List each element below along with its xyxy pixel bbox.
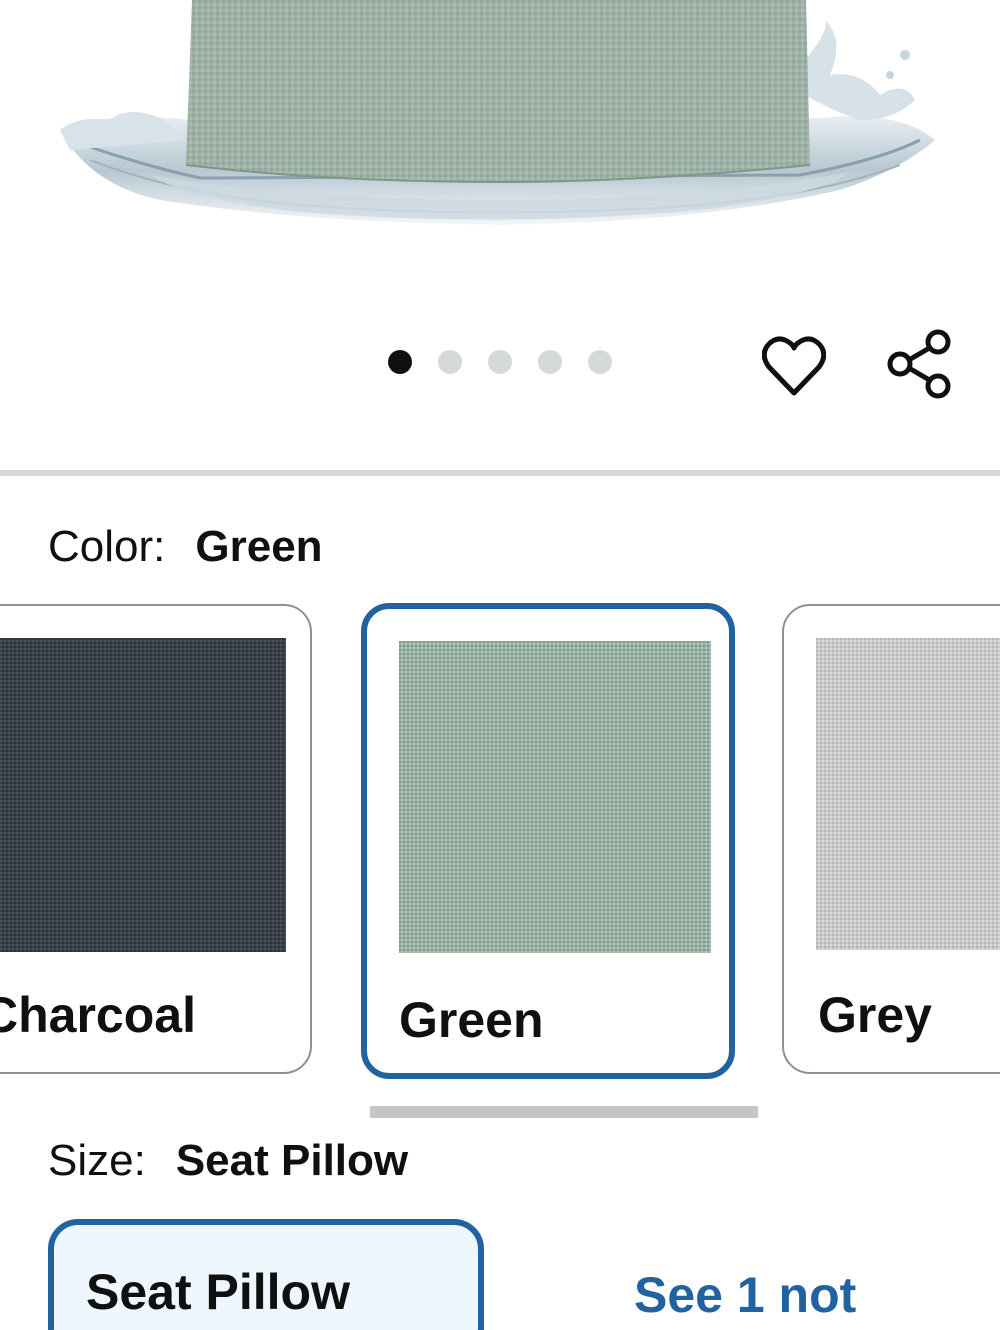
color-swatch-grey[interactable]: Grey [782,604,1000,1074]
pager-dot[interactable] [488,350,512,374]
color-swatch-label: Grey [818,987,932,1043]
product-image[interactable] [0,0,1000,300]
size-option-seat-pillow[interactable]: Seat Pillow [48,1219,484,1330]
size-selected-value: Seat Pillow [175,1136,409,1185]
size-selection-label: Size: Seat Pillow [48,1136,408,1186]
color-swatch-green[interactable]: Green [361,603,735,1079]
green-fabric-swatch [399,641,711,953]
see-unavailable-options-link[interactable]: See 1 not [634,1266,856,1324]
pillow-water-splash-image [60,0,935,225]
pager-dot-active[interactable] [388,350,412,374]
wishlist-button[interactable] [758,330,830,402]
color-swatch-label: Green [399,992,544,1048]
swatch-scrollbar[interactable] [370,1106,758,1118]
charcoal-fabric-swatch [0,638,286,952]
heart-icon [762,336,826,396]
share-icon [887,329,951,399]
pager-dot[interactable] [588,350,612,374]
image-carousel-pager[interactable] [388,350,612,374]
pager-dot[interactable] [438,350,462,374]
color-selected-value: Green [195,522,323,571]
pager-dot[interactable] [538,350,562,374]
color-selection-label: Color: Green [48,522,323,572]
grey-fabric-swatch [816,638,1000,950]
size-option-label: Seat Pillow [86,1264,350,1320]
size-label: Size: [48,1136,146,1185]
section-divider [0,470,1000,476]
color-swatch-label: Charcoal [0,987,196,1043]
color-swatch-charcoal[interactable]: Charcoal [0,604,312,1074]
share-button[interactable] [882,326,958,402]
color-label: Color: [48,522,166,571]
